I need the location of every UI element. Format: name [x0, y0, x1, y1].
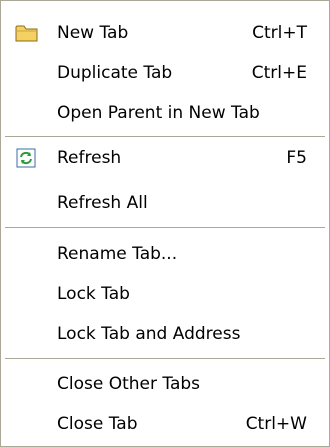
menu-item-shortcut: Ctrl+E — [251, 63, 307, 83]
menu-item-label: Refresh — [57, 148, 122, 168]
menu-item-lock-tab-and-address[interactable]: Lock Tab and Address — [1, 319, 329, 349]
menu-item-label: Rename Tab... — [57, 244, 178, 264]
menu-item-open-parent-in-new-tab[interactable]: Open Parent in New Tab — [1, 98, 329, 128]
menu-item-label: Close Other Tabs — [57, 374, 201, 394]
menu-item-shortcut: Ctrl+W — [245, 414, 307, 434]
menu-item-label: Refresh All — [57, 193, 148, 213]
menu-item-label: Close Tab — [57, 414, 138, 434]
folder-icon — [15, 23, 39, 43]
menu-item-rename-tab[interactable]: Rename Tab... — [1, 239, 329, 269]
refresh-icon — [15, 148, 39, 168]
menu-separator — [5, 136, 325, 137]
menu-item-shortcut: F5 — [286, 148, 307, 168]
menu-item-refresh[interactable]: Refresh F5 — [1, 143, 329, 173]
menu-item-new-tab[interactable]: New Tab Ctrl+T — [1, 18, 329, 48]
menu-item-lock-tab[interactable]: Lock Tab — [1, 279, 329, 309]
menu-item-close-tab[interactable]: Close Tab Ctrl+W — [1, 409, 329, 439]
menu-separator — [5, 227, 325, 228]
menu-item-label: Lock Tab — [57, 284, 130, 304]
menu-item-label: New Tab — [57, 23, 129, 43]
menu-separator — [5, 358, 325, 359]
menu-item-close-other-tabs[interactable]: Close Other Tabs — [1, 369, 329, 399]
menu-item-label: Duplicate Tab — [57, 63, 173, 83]
menu-item-label: Lock Tab and Address — [57, 324, 241, 344]
tab-context-menu: New Tab Ctrl+T Duplicate Tab Ctrl+E Open… — [0, 0, 330, 447]
menu-item-duplicate-tab[interactable]: Duplicate Tab Ctrl+E — [1, 58, 329, 88]
menu-item-shortcut: Ctrl+T — [252, 23, 307, 43]
menu-item-label: Open Parent in New Tab — [57, 103, 260, 123]
menu-item-refresh-all[interactable]: Refresh All — [1, 188, 329, 218]
